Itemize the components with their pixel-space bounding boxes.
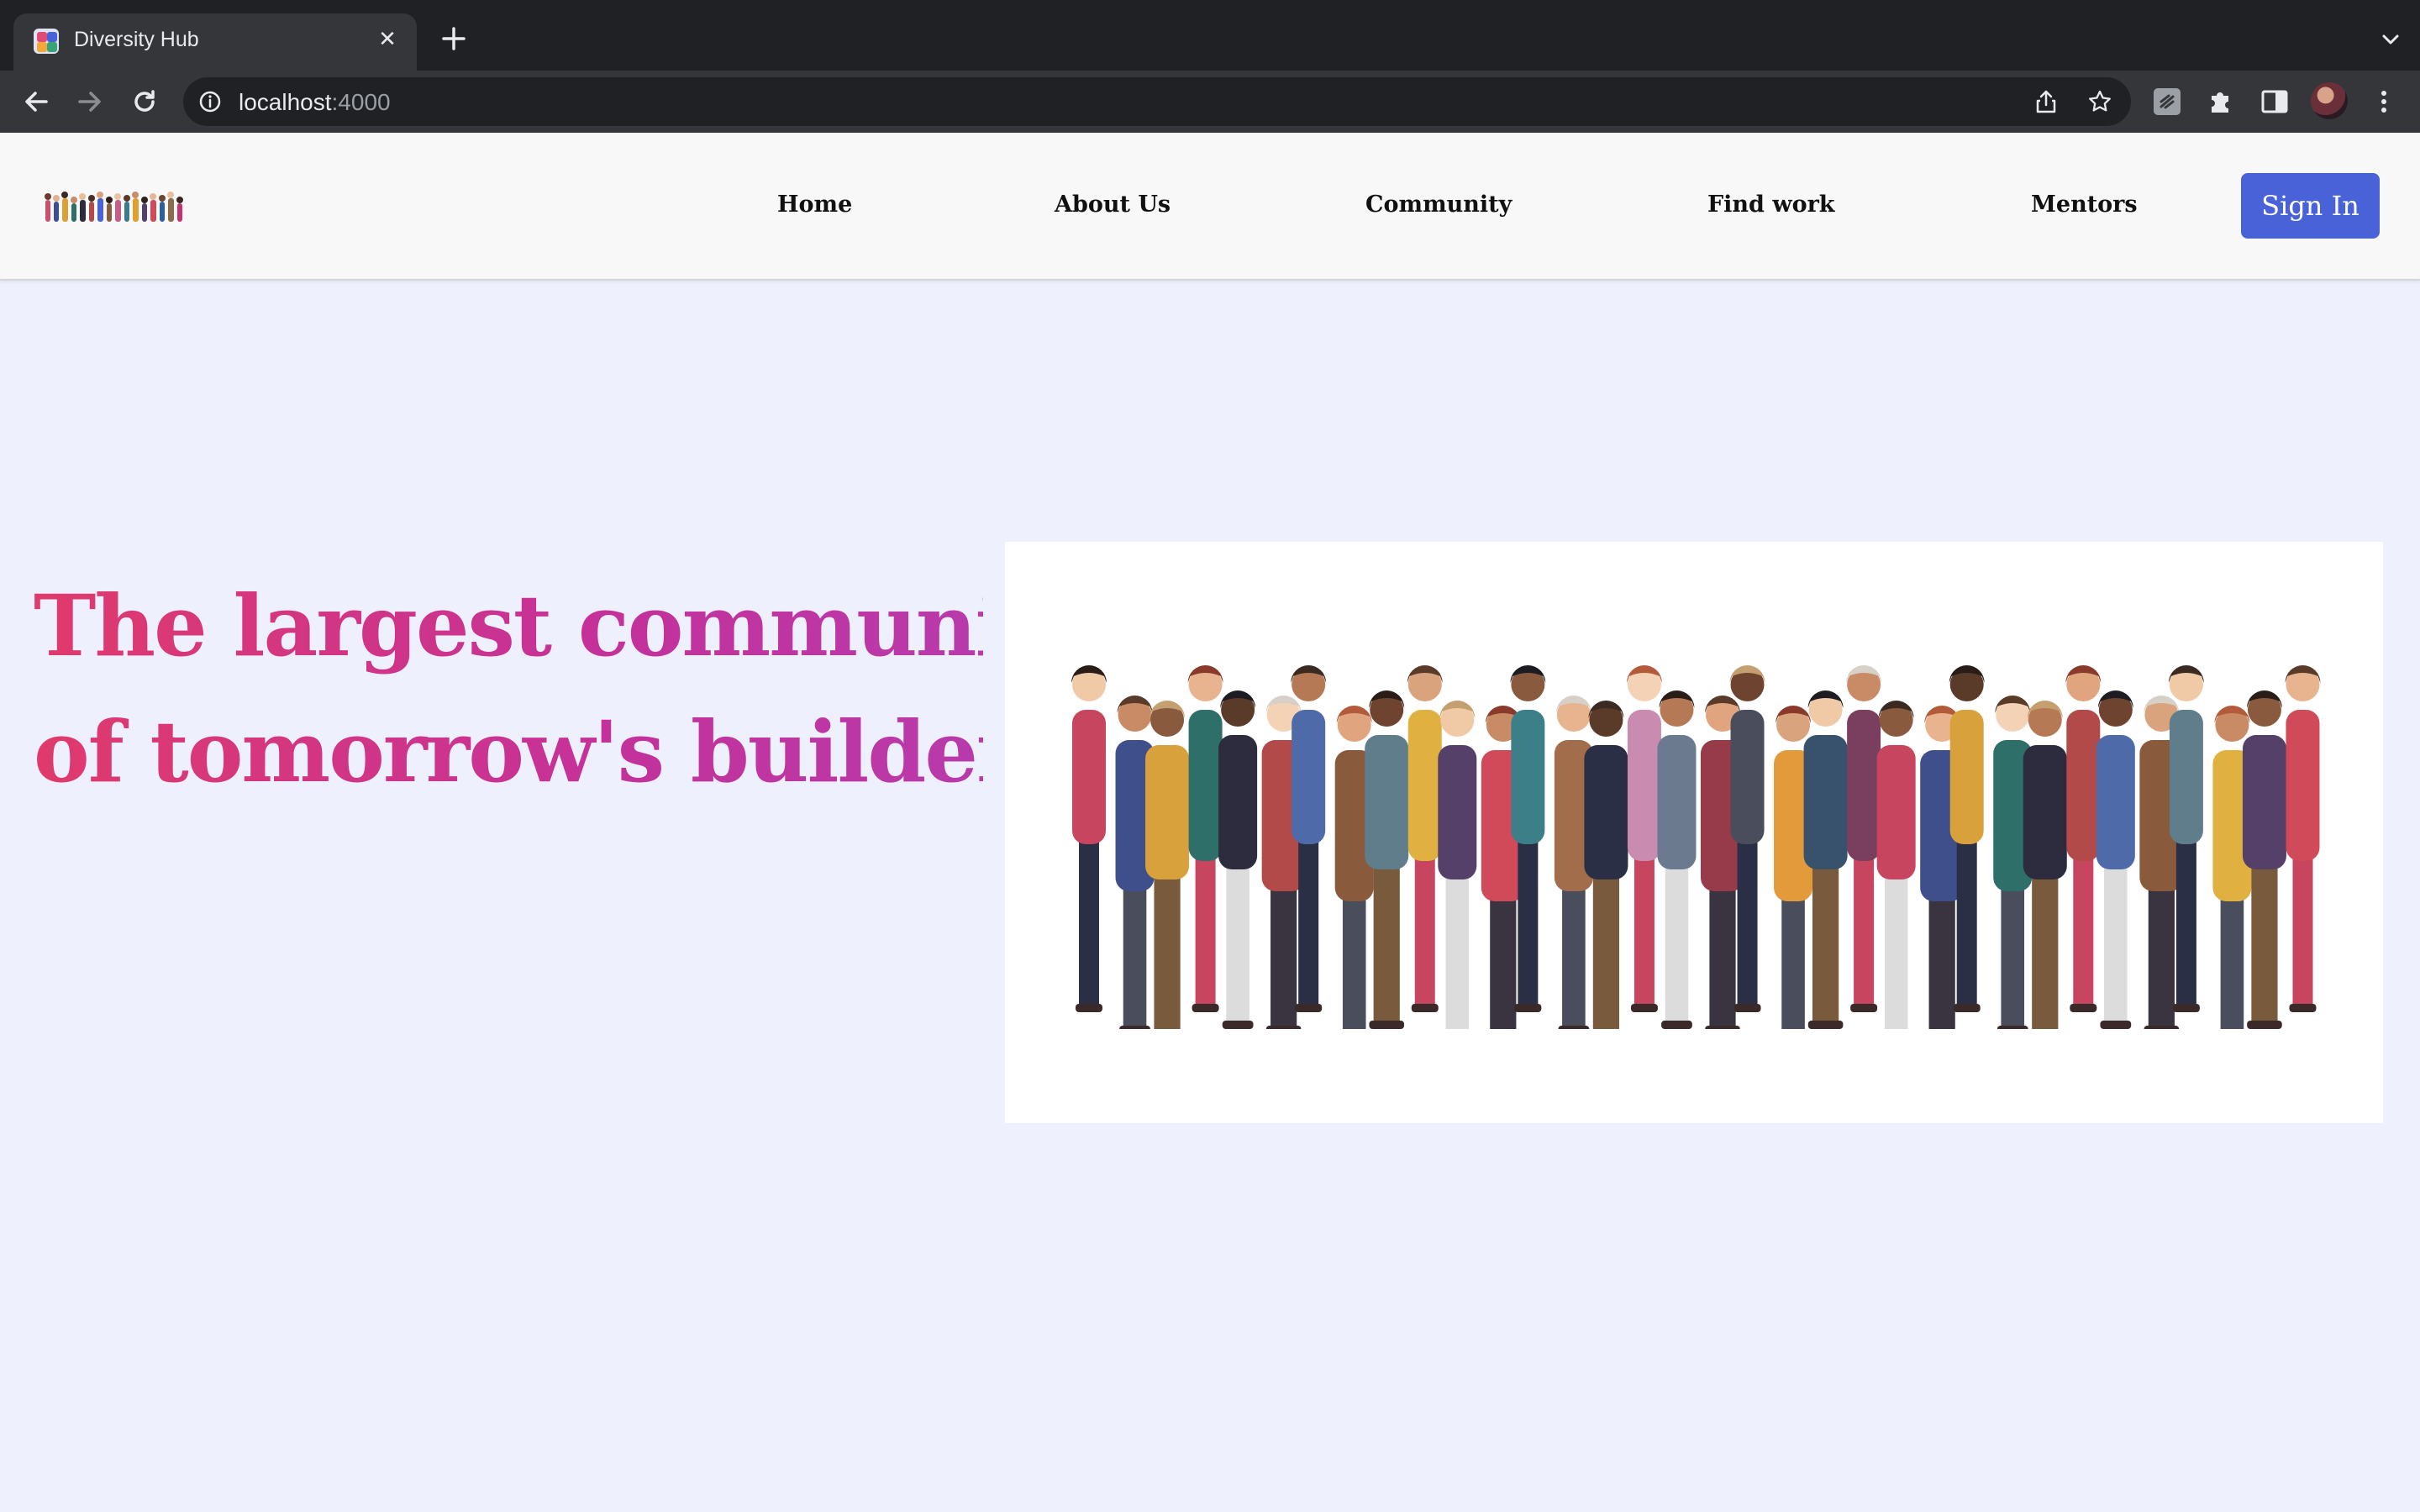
crowd-person xyxy=(2285,665,2321,1012)
extension-icon[interactable] xyxy=(2151,86,2183,118)
nav-link-community[interactable]: Community xyxy=(1365,192,1512,218)
crowd-person xyxy=(1145,701,1190,1029)
avatar[interactable] xyxy=(2311,82,2348,119)
info-icon[interactable] xyxy=(198,90,222,113)
crowd-person xyxy=(1657,690,1697,1029)
forward-icon[interactable] xyxy=(74,86,106,118)
address-bar[interactable]: localhost:4000 xyxy=(183,77,2131,126)
nav-link-about-us[interactable]: About Us xyxy=(1055,192,1171,218)
favicon-icon xyxy=(34,29,59,54)
share-icon[interactable] xyxy=(2033,89,2059,114)
more-vert-icon[interactable] xyxy=(2368,86,2400,118)
crowd-person xyxy=(2242,690,2286,1029)
crowd-person xyxy=(1626,665,1662,1012)
crowd-person xyxy=(1187,665,1223,1012)
crowd-person xyxy=(1365,690,1409,1029)
back-icon[interactable] xyxy=(20,86,52,118)
crowd-person xyxy=(1876,701,1916,1029)
close-icon[interactable]: ✕ xyxy=(373,25,402,54)
crowd-person xyxy=(2023,701,2067,1029)
hero-title: The largest community of tomorrow's buil… xyxy=(34,563,983,815)
hero-title-line-2: of tomorrow's builders. xyxy=(34,702,1092,801)
sign-in-button[interactable]: Sign In xyxy=(2241,173,2380,239)
nav-link-home[interactable]: Home xyxy=(777,192,852,218)
star-icon[interactable] xyxy=(2087,89,2112,114)
browser-toolbar: localhost:4000 xyxy=(0,71,2420,133)
hero-image-card xyxy=(1005,542,2383,1123)
url-port: :4000 xyxy=(331,89,391,115)
crowd-person xyxy=(1218,690,1258,1029)
hero-title-line-1: The largest community xyxy=(34,576,1090,675)
crowd-person xyxy=(1803,690,1848,1029)
reload-icon[interactable] xyxy=(129,86,160,118)
site-navbar: Home About Us Community Find work Mentor… xyxy=(0,133,2420,281)
puzzle-icon[interactable] xyxy=(2205,86,2237,118)
logo[interactable] xyxy=(44,188,187,227)
crowd-person xyxy=(2096,690,2135,1029)
crowd-illustration xyxy=(1071,665,2321,1029)
plus-icon[interactable] xyxy=(437,22,471,55)
crowd-person xyxy=(1071,665,1107,1012)
crowd-person xyxy=(2065,665,2102,1012)
crowd-person xyxy=(1407,665,1443,1012)
browser-tabstrip: Diversity Hub ✕ xyxy=(0,0,2420,71)
tab-title: Diversity Hub xyxy=(74,28,199,51)
crowd-person xyxy=(1438,701,1477,1029)
chevron-down-icon[interactable] xyxy=(2376,25,2405,54)
crowd-person xyxy=(1846,665,1882,1012)
nav-link-mentors[interactable]: Mentors xyxy=(2031,192,2138,218)
browser-tab[interactable]: Diversity Hub ✕ xyxy=(13,13,417,71)
crowd-person xyxy=(1584,701,1628,1029)
url-host: localhost xyxy=(239,89,332,115)
nav-link-find-work[interactable]: Find work xyxy=(1707,192,1835,218)
sidebar-icon[interactable] xyxy=(2259,86,2291,118)
url-text[interactable]: localhost:4000 xyxy=(239,89,391,116)
